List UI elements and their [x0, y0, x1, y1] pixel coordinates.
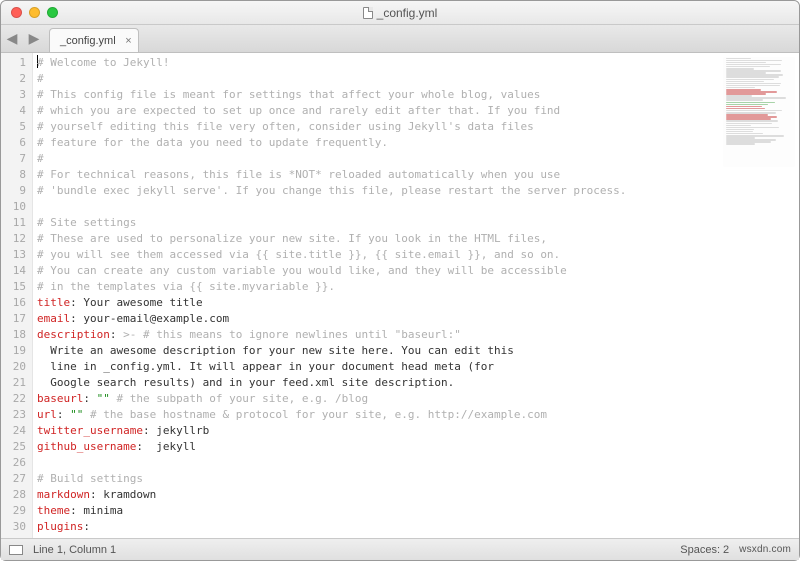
line-number: 7: [3, 151, 26, 167]
tab-label: _config.yml: [60, 35, 116, 47]
line-number: 2: [3, 71, 26, 87]
line-number: 28: [3, 487, 26, 503]
minimap-line: [726, 79, 774, 81]
code-line[interactable]: # feature for the data you need to updat…: [37, 135, 795, 151]
code-line[interactable]: # Welcome to Jekyll!: [37, 55, 795, 71]
code-line[interactable]: Google search results) and in your feed.…: [37, 375, 795, 391]
line-number: 24: [3, 423, 26, 439]
minimap-line: [726, 143, 755, 145]
line-number: 25: [3, 439, 26, 455]
close-window-button[interactable]: [11, 7, 22, 18]
line-number: 8: [3, 167, 26, 183]
line-number: 10: [3, 199, 26, 215]
line-number: 12: [3, 231, 26, 247]
code-content[interactable]: # Welcome to Jekyll!## This config file …: [33, 53, 799, 538]
line-number: 31: [3, 535, 26, 538]
line-number: 30: [3, 519, 26, 535]
document-icon: [363, 7, 373, 19]
indent-setting[interactable]: Spaces: 2: [680, 544, 729, 556]
code-line[interactable]: - jekyll-feed: [37, 535, 795, 538]
minimap-line: [726, 127, 779, 129]
panel-toggle-icon[interactable]: [9, 545, 23, 555]
code-line[interactable]: email: your-email@example.com: [37, 311, 795, 327]
code-line[interactable]: # Site settings: [37, 215, 795, 231]
code-line[interactable]: # you will see them accessed via {{ site…: [37, 247, 795, 263]
line-number: 5: [3, 119, 26, 135]
code-line[interactable]: # which you are expected to set up once …: [37, 103, 795, 119]
code-line[interactable]: # in the templates via {{ site.myvariabl…: [37, 279, 795, 295]
line-number: 6: [3, 135, 26, 151]
nav-forward-button[interactable]: ▶: [23, 24, 45, 52]
code-line[interactable]: # Build settings: [37, 471, 795, 487]
minimap-line: [726, 76, 779, 78]
minimap-line: [726, 125, 751, 127]
line-number: 15: [3, 279, 26, 295]
traffic-lights: [11, 7, 58, 18]
line-number: 22: [3, 391, 26, 407]
code-line[interactable]: #: [37, 151, 795, 167]
line-number: 27: [3, 471, 26, 487]
code-line[interactable]: theme: minima: [37, 503, 795, 519]
nav-back-button[interactable]: ◀: [1, 24, 23, 52]
minimap[interactable]: [723, 57, 795, 167]
minimap-line: [726, 123, 772, 125]
line-number-gutter: 1234567891011121314151617181920212223242…: [1, 53, 33, 538]
line-number: 19: [3, 343, 26, 359]
minimap-line: [726, 102, 775, 104]
line-number: 29: [3, 503, 26, 519]
minimap-line: [726, 83, 781, 85]
window-title-text: _config.yml: [377, 6, 438, 20]
line-number: 16: [3, 295, 26, 311]
code-line[interactable]: # 'bundle exec jekyll serve'. If you cha…: [37, 183, 795, 199]
code-line[interactable]: Write an awesome description for your ne…: [37, 343, 795, 359]
code-line[interactable]: description: >- # this means to ignore n…: [37, 327, 795, 343]
line-number: 11: [3, 215, 26, 231]
status-bar: Line 1, Column 1 Spaces: 2 wsxdn.com: [1, 538, 799, 560]
code-line[interactable]: baseurl: "" # the subpath of your site, …: [37, 391, 795, 407]
code-line[interactable]: # You can create any custom variable you…: [37, 263, 795, 279]
editor-area[interactable]: 1234567891011121314151617181920212223242…: [1, 53, 799, 538]
code-line[interactable]: title: Your awesome title: [37, 295, 795, 311]
line-number: 14: [3, 263, 26, 279]
line-number: 21: [3, 375, 26, 391]
code-line[interactable]: # yourself editing this file very often,…: [37, 119, 795, 135]
line-number: 18: [3, 327, 26, 343]
minimap-line: [726, 120, 778, 122]
line-number: 4: [3, 103, 26, 119]
line-number: 3: [3, 87, 26, 103]
line-number: 17: [3, 311, 26, 327]
minimap-line: [726, 81, 764, 83]
code-line[interactable]: github_username: jekyll: [37, 439, 795, 455]
window-titlebar: _config.yml: [1, 1, 799, 25]
close-tab-icon[interactable]: ×: [125, 35, 131, 47]
window-title: _config.yml: [1, 6, 799, 20]
minimize-window-button[interactable]: [29, 7, 40, 18]
line-number: 13: [3, 247, 26, 263]
code-line[interactable]: [37, 455, 795, 471]
code-line[interactable]: line in _config.yml. It will appear in y…: [37, 359, 795, 375]
watermark: wsxdn.com: [739, 544, 791, 555]
line-number: 9: [3, 183, 26, 199]
minimap-line: [726, 60, 782, 62]
minimap-line: [726, 99, 763, 101]
line-number: 1: [3, 55, 26, 71]
code-line[interactable]: # These are used to personalize your new…: [37, 231, 795, 247]
tab-config[interactable]: _config.yml ×: [49, 28, 139, 52]
cursor-position[interactable]: Line 1, Column 1: [33, 544, 116, 556]
code-line[interactable]: plugins:: [37, 519, 795, 535]
line-number: 20: [3, 359, 26, 375]
code-line[interactable]: url: "" # the base hostname & protocol f…: [37, 407, 795, 423]
code-line[interactable]: # This config file is meant for settings…: [37, 87, 795, 103]
code-line[interactable]: #: [37, 71, 795, 87]
line-number: 26: [3, 455, 26, 471]
tab-bar: ◀ ▶ _config.yml ×: [1, 25, 799, 53]
code-line[interactable]: markdown: kramdown: [37, 487, 795, 503]
minimap-line: [726, 58, 751, 60]
code-line[interactable]: # For technical reasons, this file is *N…: [37, 167, 795, 183]
minimap-line: [726, 104, 768, 106]
maximize-window-button[interactable]: [47, 7, 58, 18]
code-line[interactable]: twitter_username: jekyllrb: [37, 423, 795, 439]
line-number: 23: [3, 407, 26, 423]
code-line[interactable]: [37, 199, 795, 215]
